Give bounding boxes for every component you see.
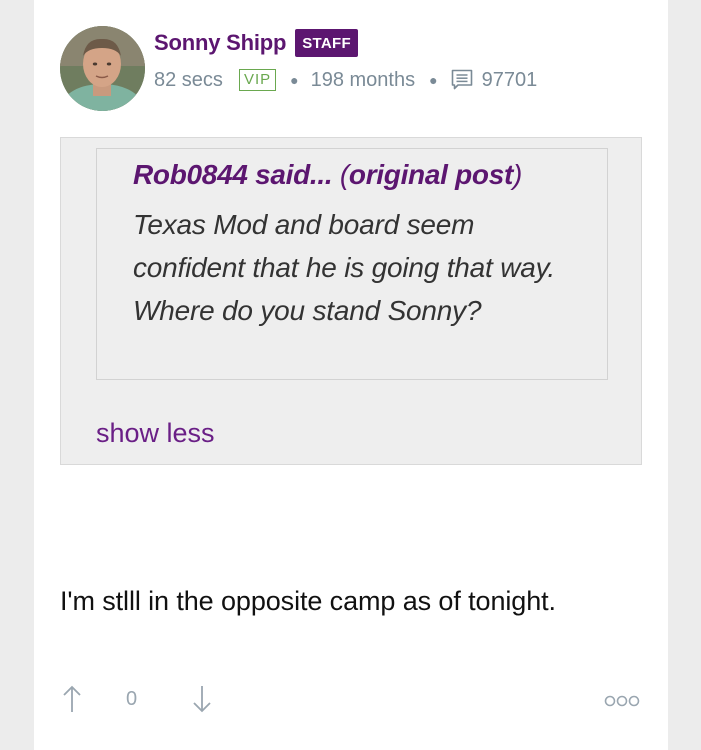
arrow-up-icon[interactable]: [60, 684, 84, 719]
quote-header: Rob0844 said... (original post): [133, 159, 522, 191]
meta-separator: ●: [429, 72, 438, 88]
quote-close-paren: ): [513, 159, 523, 190]
quote-text: Texas Mod and board seem confident that …: [133, 209, 555, 326]
avatar-image: [60, 26, 145, 111]
post-time[interactable]: 82 secs: [154, 69, 223, 92]
vip-badge: VIP: [238, 69, 277, 91]
post-meta: 82 secs VIP ● 198 months ● 97701: [154, 66, 537, 94]
more-options-icon[interactable]: [604, 694, 640, 713]
post-count: 97701: [481, 68, 538, 91]
avatar[interactable]: [60, 26, 145, 111]
vote-count: 0: [126, 688, 138, 710]
member-tenure: 198 months: [310, 68, 416, 91]
staff-badge: STAFF: [295, 29, 358, 57]
meta-separator: ●: [290, 72, 299, 88]
comment-icon: [450, 68, 474, 92]
author-row: Sonny Shipp STAFF: [154, 28, 358, 58]
page: Sonny Shipp STAFF 82 secs VIP ● 198 mont…: [0, 0, 701, 750]
quoted-post: Rob0844 said... (original post) Texas Mo…: [96, 148, 608, 380]
quote-block: Rob0844 said... (original post) Texas Mo…: [60, 137, 642, 465]
post-body: I'm stlll in the opposite camp as of ton…: [60, 586, 556, 616]
author-name[interactable]: Sonny Shipp: [154, 30, 286, 56]
original-post-link[interactable]: original post: [349, 159, 513, 190]
arrow-down-icon[interactable]: [190, 684, 214, 719]
post-card: Sonny Shipp STAFF 82 secs VIP ● 198 mont…: [34, 0, 668, 750]
quote-author[interactable]: Rob0844 said...: [133, 159, 333, 190]
quote-open-paren: (: [339, 159, 349, 190]
post-actions: 0: [60, 680, 640, 720]
show-less-link[interactable]: show less: [96, 418, 215, 449]
